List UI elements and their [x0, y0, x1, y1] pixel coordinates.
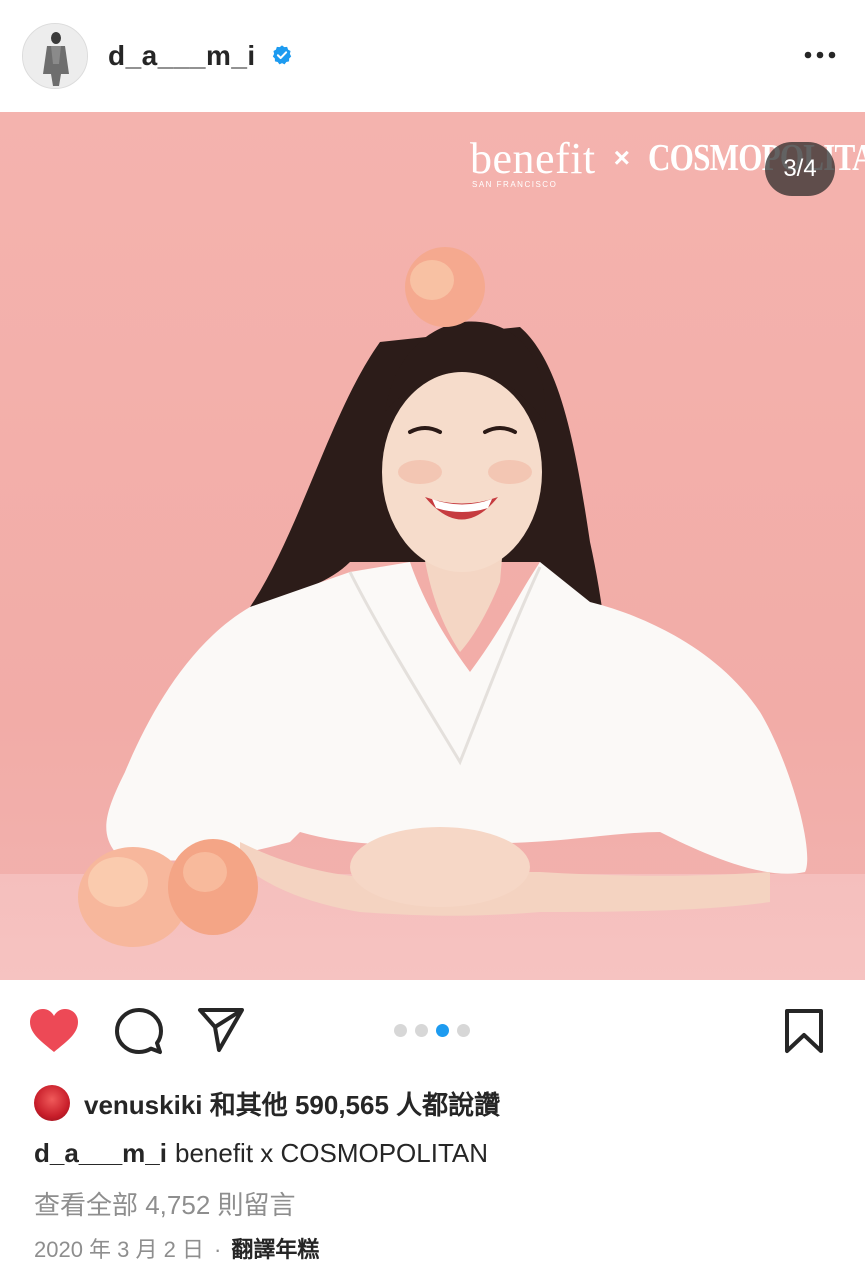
carousel-dot-active: [436, 1024, 449, 1037]
verified-badge-icon: [272, 45, 292, 65]
heart-filled-icon[interactable]: [28, 1008, 80, 1054]
post-meta: 2020 年 3 月 2 日 · 翻譯年糕: [34, 1232, 319, 1264]
caption-text: benefit x COSMOPOLITAN: [174, 1138, 489, 1168]
carousel-dot: [457, 1024, 470, 1037]
brand-benefit-sub: SAN FRANCISCO: [472, 180, 558, 189]
carousel-dot: [415, 1024, 428, 1037]
caption-username[interactable]: d_a___m_i: [34, 1138, 167, 1168]
brand-separator: ×: [613, 142, 631, 173]
action-bar: [0, 980, 865, 1080]
bookmark-icon[interactable]: [783, 1008, 825, 1054]
more-horizontal-icon[interactable]: [800, 40, 840, 70]
post-username[interactable]: d_a___m_i: [108, 40, 256, 72]
post-date: 2020 年 3 月 2 日: [34, 1237, 204, 1262]
caption: d_a___m_i benefit x COSMOPOLITAN: [34, 1138, 488, 1169]
likes-summary[interactable]: venuskiki 和其他 590,565 人都說讚: [34, 1083, 500, 1123]
post-header: d_a___m_i: [0, 0, 865, 112]
translate-link[interactable]: 翻譯年糕: [231, 1237, 319, 1262]
likes-text[interactable]: venuskiki 和其他 590,565 人都說讚: [84, 1085, 500, 1122]
paper-plane-icon[interactable]: [197, 1007, 245, 1053]
model-illustration: [78, 247, 808, 947]
avatar[interactable]: [22, 23, 88, 89]
carousel-indicator: [394, 1024, 470, 1037]
meta-separator: ·: [213, 1237, 222, 1262]
comment-icon[interactable]: [115, 1007, 163, 1055]
image-counter: 3/4: [765, 142, 835, 196]
post-image[interactable]: benefit × COSMOPOLITAN SAN FRANCISCO 3/4: [0, 112, 865, 980]
liker-avatar[interactable]: [34, 1085, 70, 1121]
carousel-dot: [394, 1024, 407, 1037]
brand-benefit: benefit: [470, 133, 596, 183]
view-all-comments-link[interactable]: 查看全部 4,752 則留言: [34, 1185, 296, 1222]
